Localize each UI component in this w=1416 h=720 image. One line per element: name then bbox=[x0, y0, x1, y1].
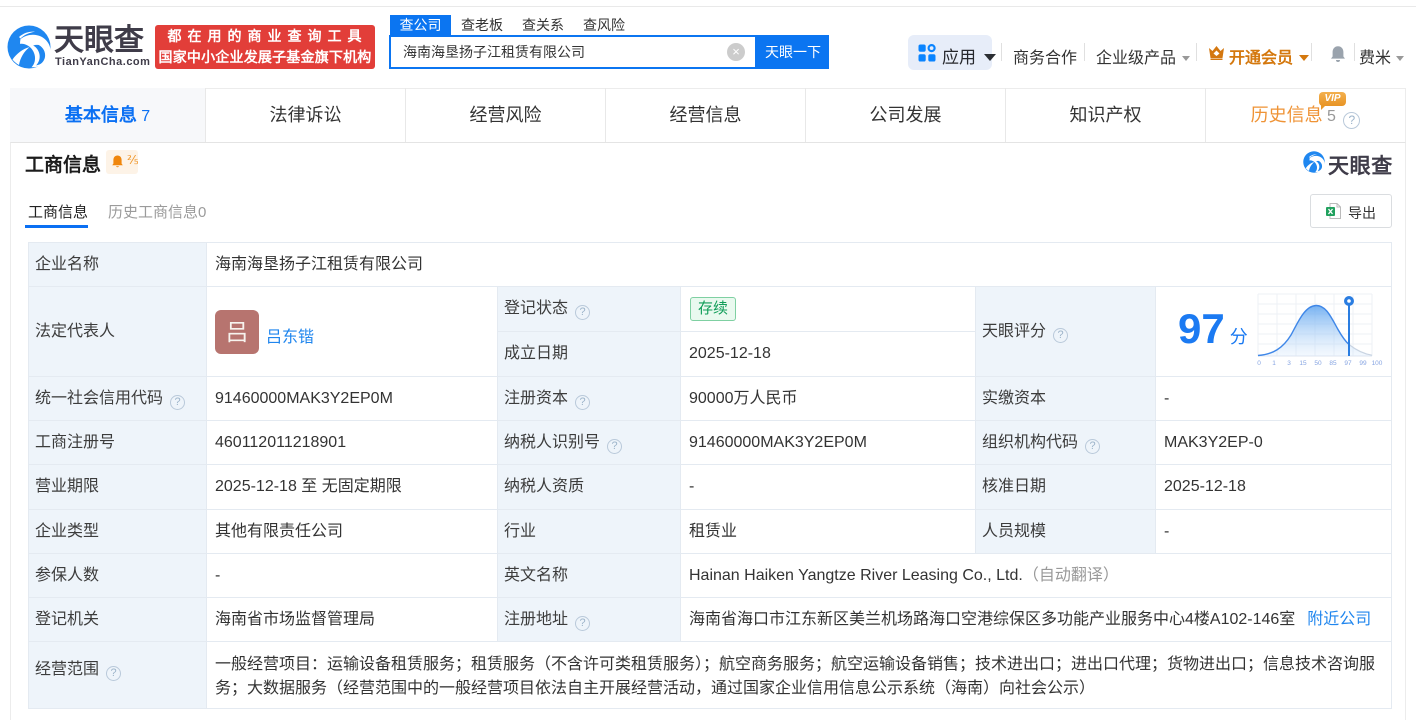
svg-text:97: 97 bbox=[1344, 360, 1352, 367]
svg-text:3: 3 bbox=[1287, 360, 1291, 367]
svg-text:50: 50 bbox=[1314, 360, 1322, 367]
svg-text:15: 15 bbox=[1299, 360, 1307, 367]
svg-text:1: 1 bbox=[1272, 360, 1276, 367]
svg-text:0: 0 bbox=[1257, 360, 1261, 367]
svg-text:85: 85 bbox=[1329, 360, 1337, 367]
svg-text:99: 99 bbox=[1359, 360, 1367, 367]
svg-text:100: 100 bbox=[1372, 360, 1383, 367]
